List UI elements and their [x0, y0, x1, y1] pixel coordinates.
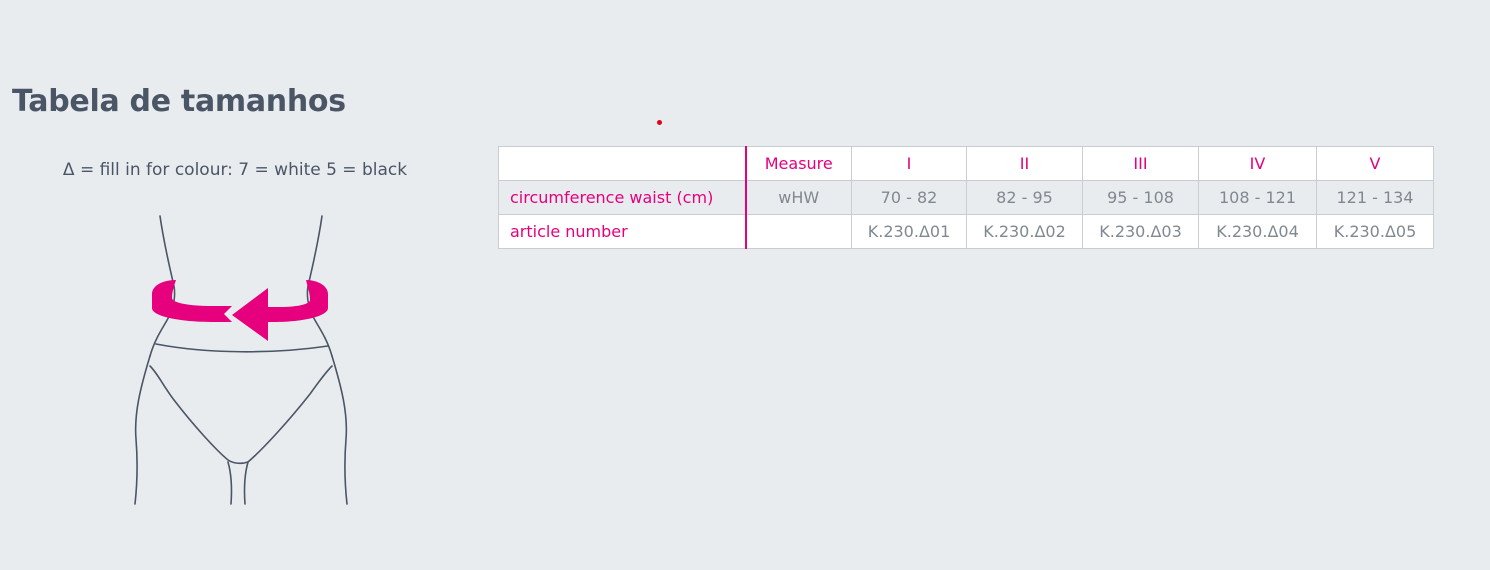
- header-size-iii: III: [1082, 146, 1199, 181]
- header-size-v: V: [1316, 146, 1434, 181]
- header-label-empty: [498, 146, 746, 181]
- header-size-i: I: [851, 146, 967, 181]
- table-cell: K.230.Δ05: [1316, 214, 1434, 249]
- waist-measurement-illustration: [134, 215, 348, 505]
- table-row: article number K.230.Δ01 K.230.Δ02 K.230…: [498, 214, 1434, 249]
- red-dot-marker: [657, 120, 662, 125]
- measure-code: wHW: [744, 180, 852, 215]
- body-outline: [134, 215, 348, 505]
- table-cell: 108 - 121: [1198, 180, 1317, 215]
- table-cell: 70 - 82: [851, 180, 967, 215]
- table-row: circumference waist (cm) wHW 70 - 82 82 …: [498, 180, 1434, 215]
- table-cell: K.230.Δ02: [966, 214, 1083, 249]
- row-label: circumference waist (cm): [498, 180, 746, 215]
- colour-note: Δ = fill in for colour: 7 = white 5 = bl…: [62, 160, 408, 180]
- circular-arrow-icon: [152, 280, 328, 341]
- size-table: Measure I II III IV V circumference wais…: [498, 146, 1434, 249]
- table-cell: 121 - 134: [1316, 180, 1434, 215]
- table-cell: 82 - 95: [966, 180, 1083, 215]
- header-measure: Measure: [744, 146, 852, 181]
- table-header-row: Measure I II III IV V: [498, 146, 1434, 181]
- table-cell: K.230.Δ04: [1198, 214, 1317, 249]
- row-label: article number: [498, 214, 746, 249]
- table-cell: K.230.Δ01: [851, 214, 967, 249]
- page-title: Tabela de tamanhos: [12, 84, 346, 119]
- table-cell: 95 - 108: [1082, 180, 1199, 215]
- measure-code: [744, 214, 852, 249]
- header-size-ii: II: [966, 146, 1083, 181]
- table-cell: K.230.Δ03: [1082, 214, 1199, 249]
- header-size-iv: IV: [1198, 146, 1317, 181]
